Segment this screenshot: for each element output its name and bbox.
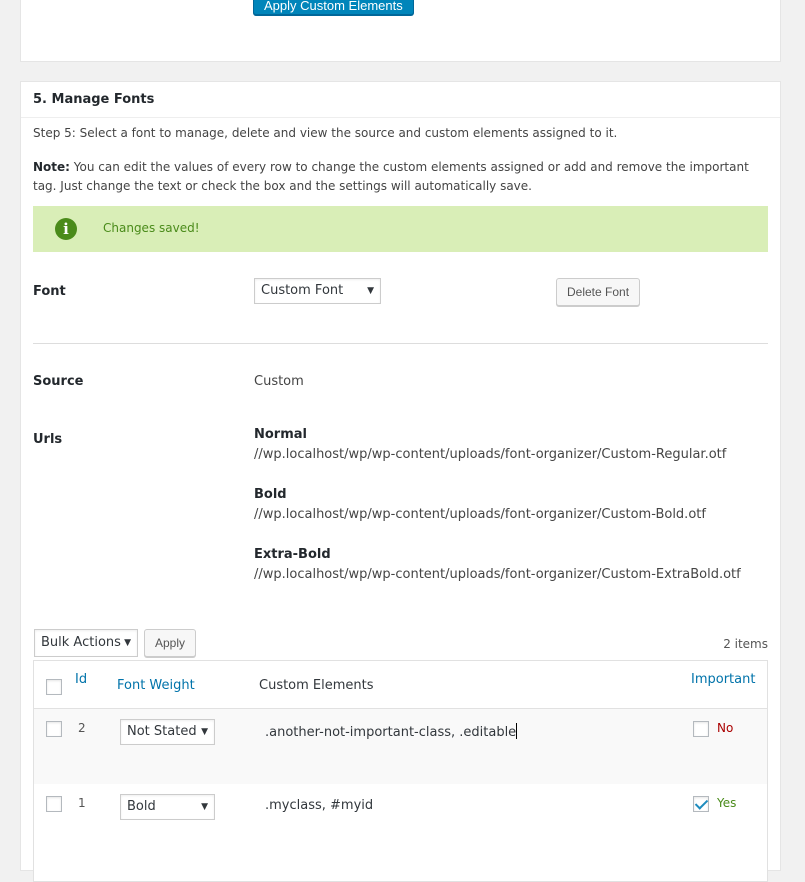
step-description: Step 5: Select a font to manage, delete …: [33, 126, 618, 140]
url-title: Extra-Bold: [254, 547, 331, 562]
important-label: No: [717, 721, 734, 735]
urls-label: Urls: [33, 432, 63, 447]
note-text: Note: You can edit the values of every r…: [33, 158, 768, 196]
table-header: Id Font Weight Custom Elements Important: [34, 661, 767, 709]
custom-elements-panel: Apply Custom Elements: [20, 0, 781, 62]
font-weight-value: Not Stated: [127, 724, 197, 739]
delete-font-button[interactable]: Delete Font: [556, 278, 641, 306]
font-weight-value: Bold: [127, 799, 156, 814]
fonts-table: Id Font Weight Custom Elements Important…: [33, 660, 768, 882]
row-id: 2: [78, 721, 86, 735]
custom-elements-value: .myclass, #myid: [265, 798, 374, 813]
note-label: Note:: [33, 160, 70, 174]
custom-elements-input[interactable]: .myclass, #myid: [265, 798, 373, 813]
chevron-down-icon: ▼: [367, 286, 374, 296]
column-header-font-weight[interactable]: Font Weight: [117, 678, 195, 693]
manage-fonts-panel: 5. Manage Fonts Step 5: Select a font to…: [20, 81, 781, 882]
column-header-custom-elements: Custom Elements: [259, 678, 374, 693]
url-entry-normal: Normal //wp.localhost/wp/wp-content/uplo…: [254, 425, 726, 465]
important-checkbox[interactable]: [693, 796, 709, 812]
row-checkbox[interactable]: [46, 796, 62, 812]
url-title: Bold: [254, 487, 287, 502]
panel-title: 5. Manage Fonts: [21, 82, 780, 118]
url-path: //wp.localhost/wp/wp-content/uploads/fon…: [254, 447, 727, 462]
table-row: 1 Bold ▼ .myclass, #myid Yes: [34, 784, 767, 859]
important-checkbox[interactable]: [693, 721, 709, 737]
font-weight-select[interactable]: Not Stated ▼: [120, 719, 215, 745]
column-header-important[interactable]: Important: [691, 672, 755, 687]
divider: [33, 343, 768, 344]
important-label: Yes: [717, 796, 737, 810]
bulk-apply-button[interactable]: Apply: [144, 629, 197, 657]
text-caret: [516, 723, 518, 739]
chevron-down-icon: ▼: [124, 638, 131, 648]
url-entry-extra-bold: Extra-Bold //wp.localhost/wp/wp-content/…: [254, 545, 741, 585]
success-notice: i Changes saved!: [33, 206, 768, 252]
url-title: Normal: [254, 427, 307, 442]
url-path: //wp.localhost/wp/wp-content/uploads/fon…: [254, 507, 706, 522]
notice-text: Changes saved!: [103, 221, 200, 235]
font-select-value: Custom Font: [261, 283, 344, 298]
row-checkbox[interactable]: [46, 721, 62, 737]
custom-elements-input[interactable]: .another-not-important-class, .editable: [265, 723, 518, 740]
url-entry-bold: Bold //wp.localhost/wp/wp-content/upload…: [254, 485, 706, 525]
bulk-actions-select[interactable]: Bulk Actions ▼: [34, 629, 138, 657]
select-all-checkbox[interactable]: [46, 679, 62, 695]
bulk-actions-value: Bulk Actions: [41, 635, 121, 650]
note-body: You can edit the values of every row to …: [33, 160, 749, 193]
table-row: 2 Not Stated ▼ .another-not-important-cl…: [34, 709, 767, 784]
custom-elements-value: .another-not-important-class, .editable: [265, 725, 517, 740]
url-path: //wp.localhost/wp/wp-content/uploads/fon…: [254, 567, 741, 582]
apply-custom-elements-button[interactable]: Apply Custom Elements: [253, 0, 414, 15]
font-select[interactable]: Custom Font ▼: [254, 278, 381, 304]
chevron-down-icon: ▼: [201, 727, 208, 737]
info-icon: i: [55, 218, 77, 240]
column-header-id[interactable]: Id: [75, 672, 87, 687]
source-value: Custom: [254, 374, 304, 389]
chevron-down-icon: ▼: [201, 802, 208, 812]
font-weight-select[interactable]: Bold ▼: [120, 794, 215, 820]
source-label: Source: [33, 374, 84, 389]
row-id: 1: [78, 796, 86, 810]
items-count: 2 items: [723, 637, 768, 651]
font-label: Font: [33, 284, 66, 299]
